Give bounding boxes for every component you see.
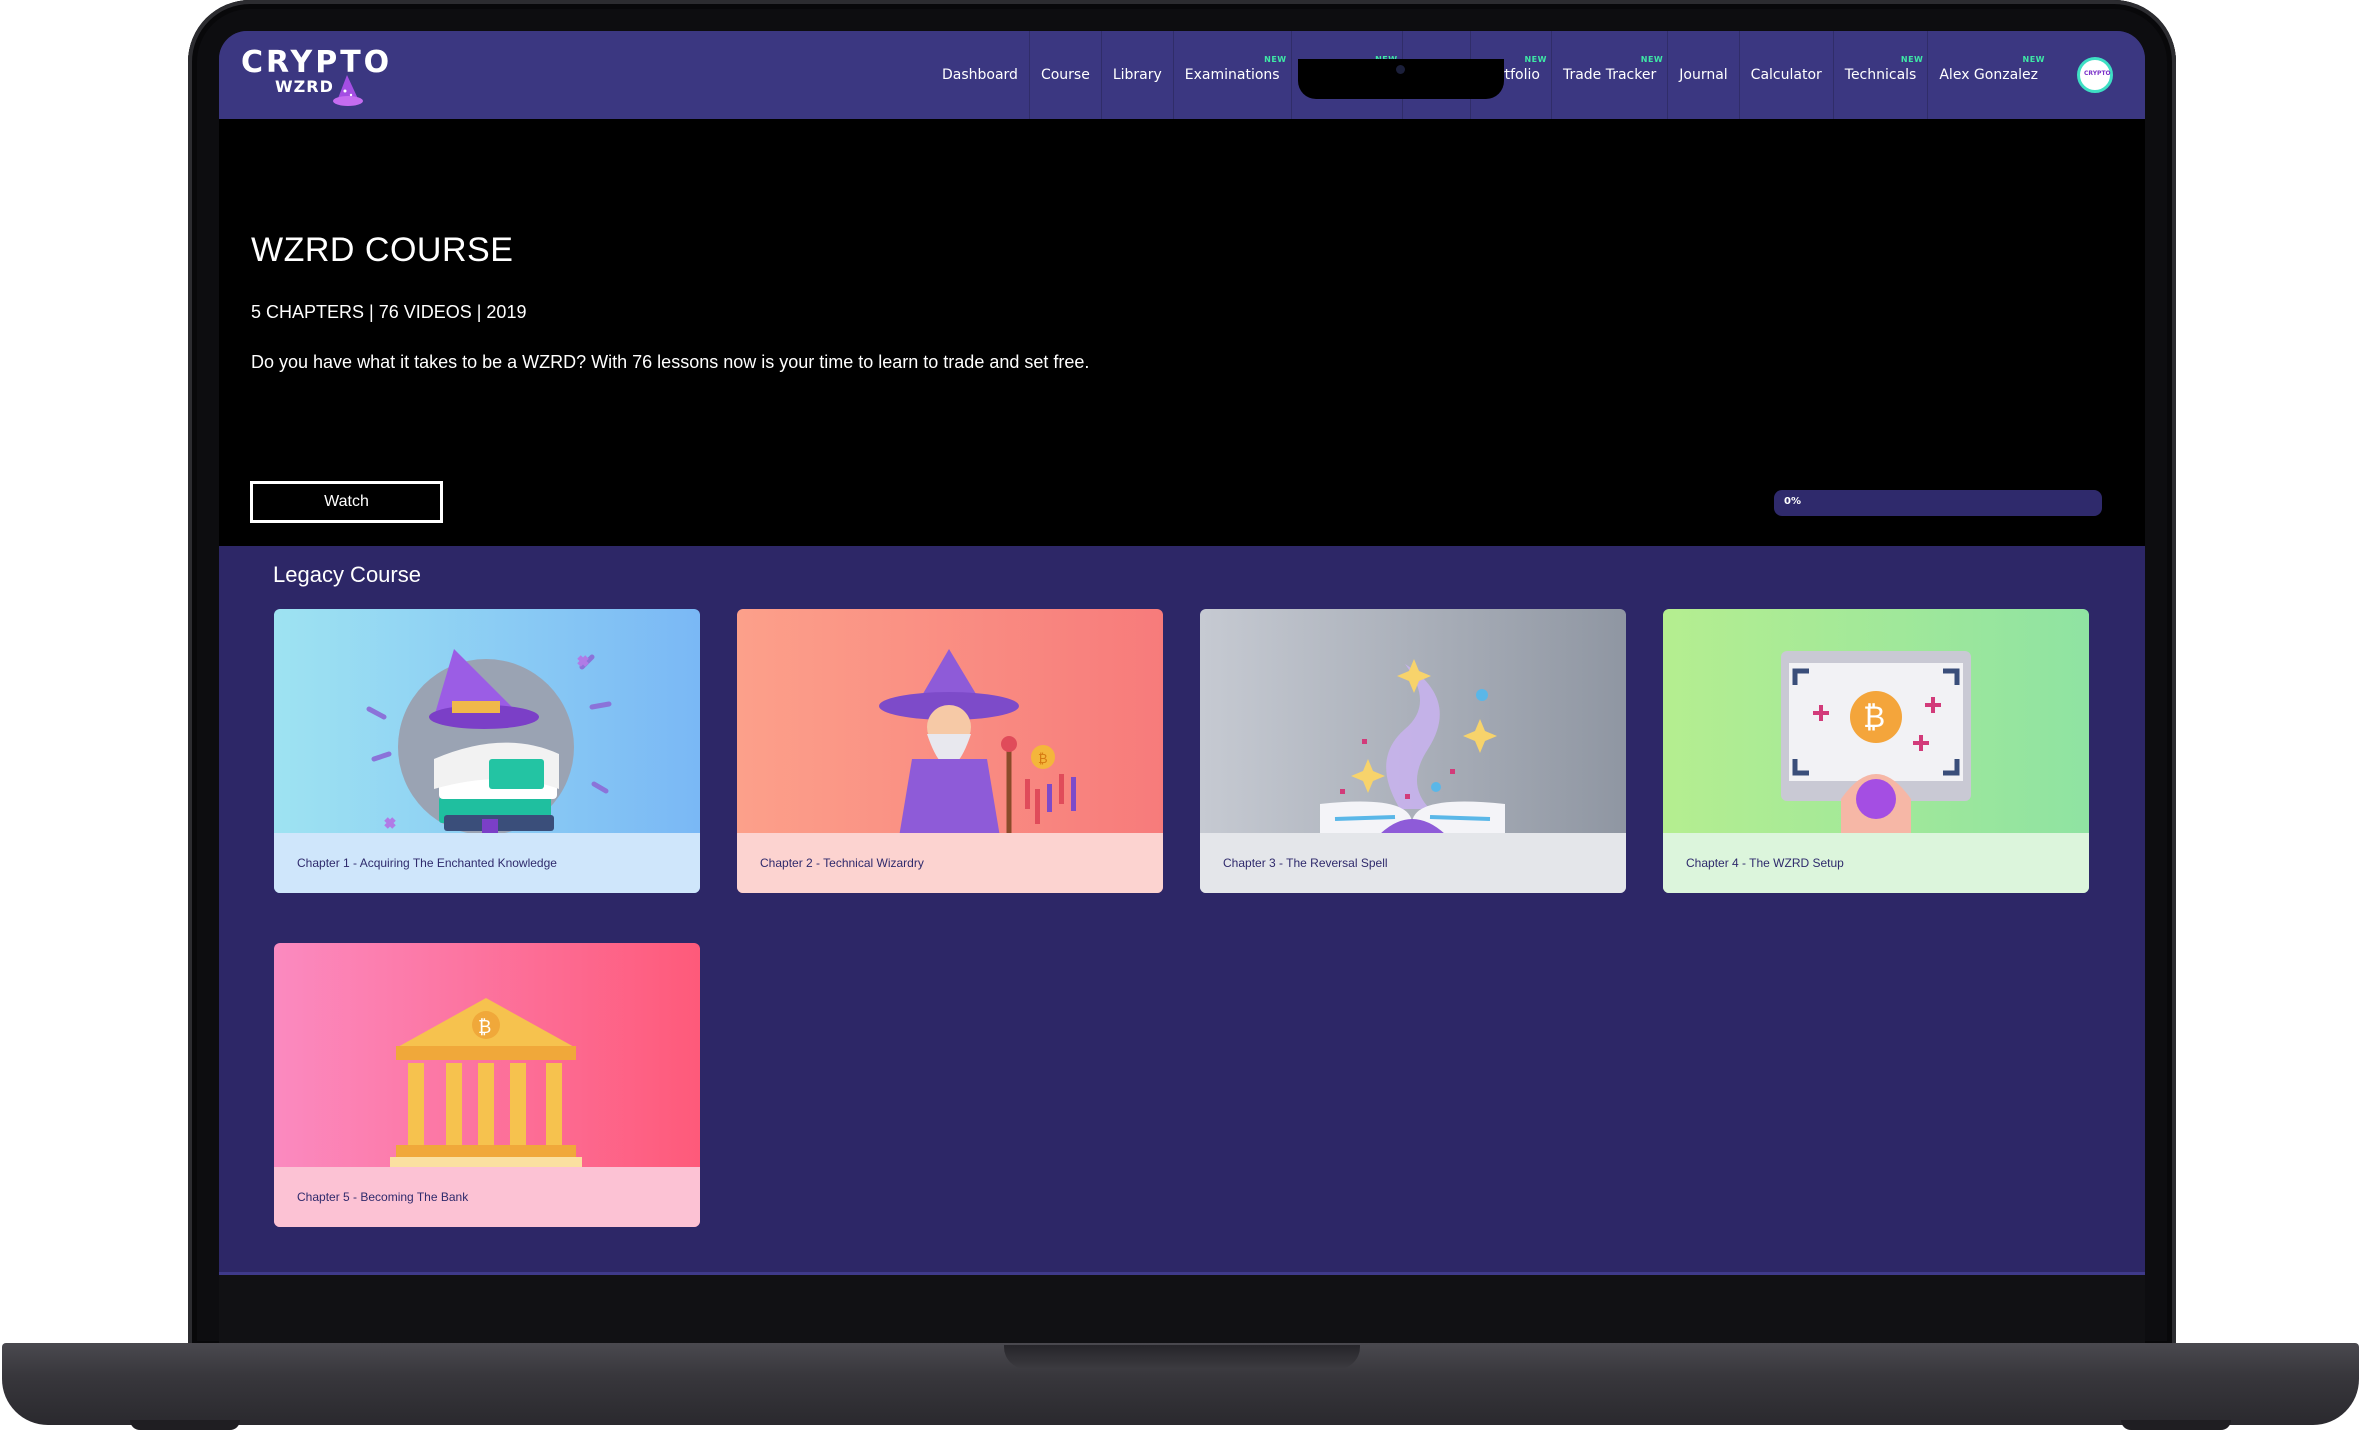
card-title: Chapter 2 - Technical Wizardry (760, 856, 924, 870)
chapter-card-2[interactable]: ₿ Chapter 2 - Technical Wizardry (737, 609, 1163, 893)
nav-item-label: Dashboard (941, 67, 1018, 83)
nav-item-calculator[interactable]: Calculator (1738, 31, 1833, 119)
camera-icon (1396, 65, 1405, 74)
card-title: Chapter 1 - Acquiring The Enchanted Know… (297, 856, 557, 870)
svg-text:₿: ₿ (478, 1017, 491, 1038)
laptop-groove (1004, 1345, 1360, 1369)
progress-label: 0% (1784, 496, 1801, 507)
top-navbar: CRYPTO WZRD Dashboard Course Library Examin… (219, 31, 2145, 119)
laptop-chin (219, 1275, 2145, 1345)
new-badge: NEW (1900, 55, 1924, 64)
card-footer: Chapter 5 - Becoming The Bank (274, 1167, 700, 1227)
logo[interactable]: CRYPTO WZRD (241, 45, 391, 109)
new-badge: NEW (2022, 55, 2045, 64)
chapter-card-1[interactable]: Chapter 1 - Acquiring The Enchanted Know… (274, 609, 700, 893)
new-badge: NEW (1640, 55, 1664, 64)
user-avatar[interactable]: CRYPTO (2077, 57, 2113, 93)
chapter-card-5[interactable]: ₿ Chapter 5 - Becoming The Bank (274, 943, 700, 1227)
laptop-foot (2121, 1420, 2231, 1430)
page-title: WZRD COURSE (251, 231, 514, 269)
divider (219, 1272, 2145, 1275)
nav-item-label: Examinations (1184, 67, 1280, 83)
nav-item-technicals[interactable]: Technicals NEW (1832, 31, 1928, 119)
logo-subtext: WZRD (275, 77, 334, 96)
nav-item-label: Library (1112, 67, 1162, 83)
new-badge: NEW (1524, 55, 1547, 64)
nav-item-alex-gonzalez[interactable]: Alex Gonzalez NEW (1927, 31, 2049, 119)
card-footer: Chapter 4 - The WZRD Setup (1663, 833, 2089, 893)
watch-button[interactable]: Watch (250, 481, 443, 523)
chapter-card-4[interactable]: ₿ Chapter 4 - The WZRD Setup (1663, 609, 2089, 893)
screen: CRYPTO WZRD Dashboard Course Library Examin… (219, 31, 2145, 1275)
nav-item-label: Technicals (1844, 67, 1917, 83)
nav-item-course[interactable]: Course (1028, 31, 1101, 119)
nav-item-trade-tracker[interactable]: Trade Tracker NEW (1550, 31, 1667, 119)
nav-item-journal[interactable]: Journal (1667, 31, 1738, 119)
card-title: Chapter 3 - The Reversal Spell (1223, 856, 1388, 870)
nav-item-examinations[interactable]: Examinations NEW (1172, 31, 1291, 119)
section-title: Legacy Course (273, 562, 421, 587)
card-footer: Chapter 3 - The Reversal Spell (1200, 833, 1626, 893)
nav-item-label: Course (1040, 67, 1090, 83)
nav-item-label: Journal (1679, 67, 1728, 83)
camera-notch (1298, 59, 1504, 99)
avatar-label: CRYPTO (2084, 70, 2111, 77)
nav-item-dashboard[interactable]: Dashboard (931, 31, 1029, 119)
hero-section: WZRD COURSE 5 CHAPTERS | 76 VIDEOS | 201… (219, 119, 2145, 546)
card-title: Chapter 4 - The WZRD Setup (1686, 856, 1844, 870)
nav-item-label: Calculator (1750, 67, 1822, 83)
card-title: Chapter 5 - Becoming The Bank (297, 1190, 469, 1204)
wizard-hat-icon (333, 75, 363, 106)
card-footer: Chapter 2 - Technical Wizardry (737, 833, 1163, 893)
chapter-card-3[interactable]: Chapter 3 - The Reversal Spell (1200, 609, 1626, 893)
nav-item-label: Alex Gonzalez (1939, 67, 2038, 83)
nav-item-library[interactable]: Library (1100, 31, 1173, 119)
laptop-foot (130, 1420, 240, 1430)
new-badge: NEW (1264, 55, 1287, 64)
logo-text: CRYPTO (241, 45, 393, 80)
svg-text:₿: ₿ (1863, 700, 1885, 735)
nav-item-label: Trade Tracker (1562, 67, 1657, 83)
course-progress-bar: 0% (1774, 490, 2102, 516)
course-meta: 5 CHAPTERS | 76 VIDEOS | 2019 (251, 302, 527, 322)
course-description: Do you have what it takes to be a WZRD? … (251, 352, 1090, 372)
svg-text:₿: ₿ (1038, 752, 1048, 767)
card-footer: Chapter 1 - Acquiring The Enchanted Know… (274, 833, 700, 893)
